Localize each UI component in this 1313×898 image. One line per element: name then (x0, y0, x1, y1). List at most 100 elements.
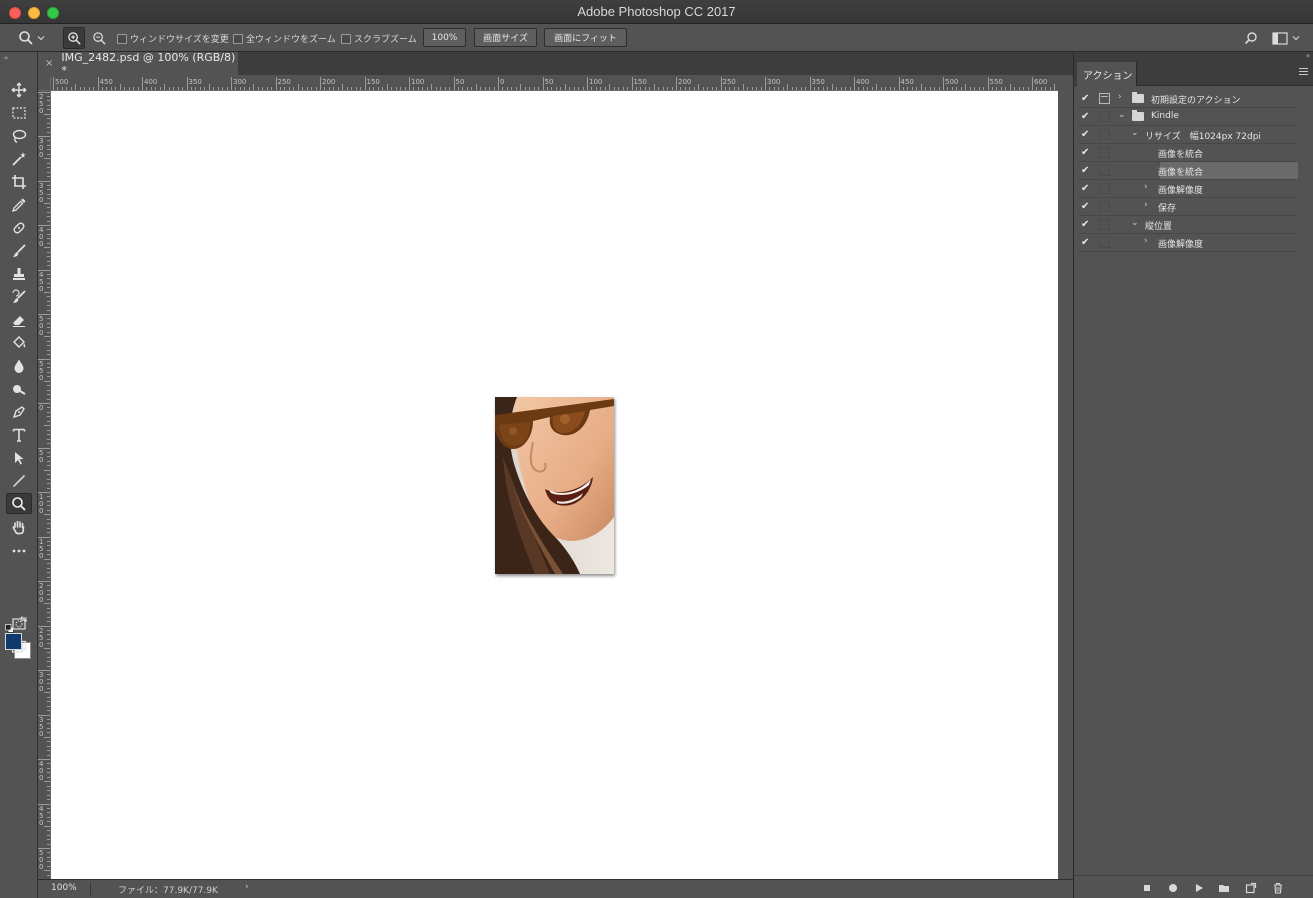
dodge-tool[interactable] (6, 378, 32, 399)
toggle-item-check[interactable]: ✔ (1081, 129, 1089, 140)
ruler-minor-tick (47, 434, 50, 436)
ruler-minor-tick (613, 87, 615, 90)
status-zoom-level[interactable]: 100% (51, 883, 77, 893)
vertical-ruler[interactable]: 250 300 350 400 450 500 550 0 50 100 150 200 250 300 3… (38, 91, 51, 879)
action-row[interactable]: ✔ › 初期設定のアクション (1078, 90, 1296, 108)
horizontal-ruler[interactable]: 500 450 400 350 300 250 200 150 100 50 0 50 100 150 20… (51, 77, 1058, 91)
toggle-dialog-box[interactable] (1099, 201, 1110, 212)
action-row[interactable]: ✔ 画像を統合 (1078, 162, 1298, 180)
toggle-item-check[interactable]: ✔ (1081, 237, 1089, 248)
pen-tool[interactable] (6, 401, 32, 422)
document-canvas[interactable] (51, 91, 1058, 879)
line-tool[interactable] (6, 470, 32, 491)
magic-wand-tool[interactable] (6, 148, 32, 169)
path-selection-tool[interactable] (6, 447, 32, 468)
close-window-button[interactable] (9, 7, 21, 19)
toggle-item-check[interactable]: ✔ (1081, 201, 1089, 212)
clone-stamp-tool[interactable] (6, 263, 32, 284)
panel-menu-icon[interactable] (1299, 68, 1308, 77)
toggle-item-check[interactable]: ✔ (1081, 183, 1089, 194)
toggle-dialog-box[interactable] (1099, 93, 1110, 104)
new-set-button[interactable] (1217, 881, 1231, 895)
action-row[interactable]: ✔ ⌄ Kindle (1078, 108, 1296, 126)
actions-scrollbar[interactable] (1297, 90, 1309, 880)
stop-button[interactable] (1140, 881, 1154, 895)
minimize-window-button[interactable] (28, 7, 40, 19)
chevron-down-icon[interactable]: ⌄ (1131, 128, 1139, 138)
eraser-tool[interactable] (6, 309, 32, 330)
ruler-origin[interactable] (38, 77, 51, 91)
more-tools-button[interactable] (6, 539, 32, 560)
zoom-tool[interactable] (6, 493, 32, 514)
chevron-right-icon[interactable]: › (1144, 182, 1148, 192)
toggle-dialog-box[interactable] (1099, 147, 1110, 158)
action-row[interactable]: ✔ ⌄ 縦位置 (1078, 216, 1296, 234)
hand-tool[interactable] (6, 516, 32, 537)
move-tool[interactable] (6, 79, 32, 100)
foreground-color-swatch[interactable] (5, 633, 22, 650)
toolbox-collapse-icon[interactable]: » (4, 54, 8, 62)
crop-tool[interactable] (6, 171, 32, 192)
toggle-dialog-box[interactable] (1099, 219, 1110, 230)
history-brush-tool[interactable] (6, 286, 32, 307)
scrubby-zoom-checkbox[interactable]: スクラブズーム (341, 32, 417, 45)
chevron-right-icon[interactable]: › (1118, 92, 1122, 102)
healing-brush-tool[interactable] (6, 217, 32, 238)
blur-tool[interactable] (6, 355, 32, 376)
new-action-button[interactable] (1244, 881, 1258, 895)
toggle-item-check[interactable]: ✔ (1081, 147, 1089, 158)
chevron-down-icon[interactable]: ⌄ (1131, 218, 1139, 228)
ruler-minor-tick (75, 84, 77, 90)
tab-actions[interactable]: アクション (1077, 62, 1137, 86)
action-row[interactable]: ✔ › 画像解像度 (1078, 234, 1296, 252)
lasso-tool[interactable] (6, 125, 32, 146)
toggle-dialog-box[interactable] (1099, 237, 1110, 248)
chevron-right-icon[interactable]: › (1144, 236, 1148, 246)
action-row[interactable]: ✔ ⌄ リサイズ 幅1024px 72dpi (1078, 126, 1296, 144)
ruler-minor-tick (47, 385, 50, 387)
marquee-tool[interactable] (6, 102, 32, 123)
toggle-item-check[interactable]: ✔ (1081, 111, 1089, 122)
toggle-dialog-box[interactable] (1099, 165, 1110, 176)
ruler-minor-tick (716, 87, 718, 90)
ruler-minor-tick (368, 87, 370, 90)
zoom-out-mode-button[interactable] (88, 27, 110, 49)
close-tab-icon[interactable]: × (45, 58, 53, 69)
toggle-item-check[interactable]: ✔ (1081, 165, 1089, 176)
zoom-in-mode-button[interactable] (63, 27, 85, 49)
toggle-dialog-box[interactable] (1099, 183, 1110, 194)
toggle-item-check[interactable]: ✔ (1081, 93, 1089, 104)
record-button[interactable] (1166, 881, 1180, 895)
ruler-label: 50 (455, 78, 465, 86)
action-row[interactable]: ✔ › 保存 (1078, 198, 1296, 216)
paint-bucket-tool[interactable] (6, 332, 32, 353)
chevron-down-icon[interactable]: ⌄ (1118, 110, 1126, 120)
chevron-right-icon[interactable]: › (1144, 200, 1148, 210)
tool-preset-picker[interactable] (18, 28, 52, 48)
document-tab[interactable]: × IMG_2482.psd @ 100% (RGB/8) * (38, 51, 238, 77)
brush-tool[interactable] (6, 240, 32, 261)
workspace-switcher[interactable] (1272, 29, 1304, 47)
quick-mask-button[interactable] (6, 613, 32, 634)
search-button[interactable] (1243, 30, 1259, 46)
fit-screen-button[interactable]: 画面サイズ (474, 28, 537, 47)
delete-button[interactable] (1271, 881, 1285, 895)
toggle-dialog-box[interactable] (1099, 111, 1110, 122)
fill-screen-button[interactable]: 画面にフィット (544, 28, 627, 47)
eyedropper-tool[interactable] (6, 194, 32, 215)
toggle-dialog-box[interactable] (1099, 129, 1110, 140)
maximize-window-button[interactable] (47, 7, 59, 19)
status-menu-arrow[interactable]: › (245, 882, 249, 892)
toggle-item-check[interactable]: ✔ (1081, 219, 1089, 230)
ruler-minor-tick (733, 87, 735, 90)
ruler-tick (498, 77, 499, 90)
panel-collapse-icon[interactable]: « (1306, 52, 1310, 60)
zoom-all-windows-checkbox[interactable]: 全ウィンドウをズーム (233, 32, 336, 45)
type-tool[interactable] (6, 424, 32, 445)
resize-windows-checkbox[interactable]: ウィンドウサイズを変更 (117, 32, 229, 45)
ruler-minor-tick (515, 87, 517, 90)
zoom-100-button[interactable]: 100% (423, 28, 466, 47)
action-row[interactable]: ✔ 画像を統合 (1078, 144, 1296, 162)
play-button[interactable] (1192, 881, 1206, 895)
action-row[interactable]: ✔ › 画像解像度 (1078, 180, 1296, 198)
